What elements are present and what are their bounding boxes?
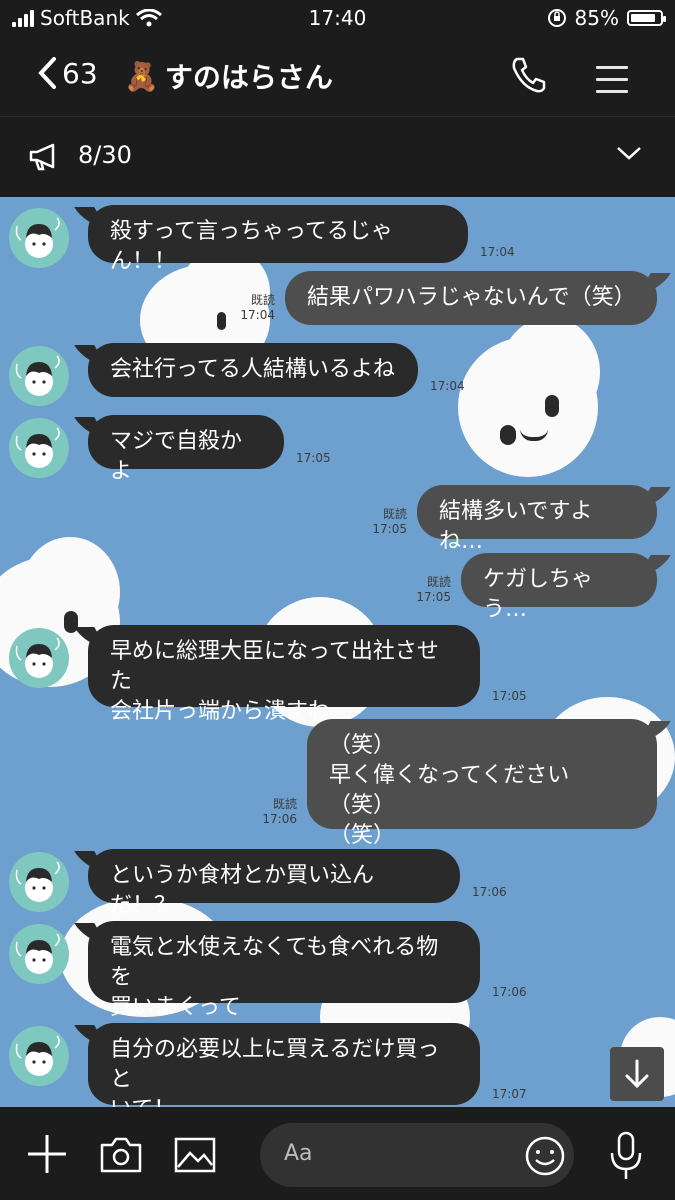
message-meta: 17:06 xyxy=(472,885,507,900)
message-bubble[interactable]: （笑） 早く偉くなってください（笑） （笑） xyxy=(307,719,657,848)
scroll-down-arrow-icon xyxy=(625,1059,649,1089)
avatar[interactable] xyxy=(9,628,69,688)
avatar[interactable] xyxy=(9,418,69,478)
message-bubble[interactable]: 会社行ってる人結構いるよね xyxy=(88,343,418,397)
chat-area[interactable]: 殺すって言っちゃってるじゃん！！ 17:04 結果パワハラじゃないんで（笑） 既読 17… xyxy=(0,197,675,1107)
composer-bar: Aa xyxy=(0,1107,675,1200)
message-bubble[interactable]: 結果パワハラじゃないんで（笑） xyxy=(285,271,657,325)
message-meta: 17:05 xyxy=(492,689,527,704)
contact-name: すのはらさん xyxy=(164,61,333,94)
message-time: 17:04 xyxy=(430,379,465,393)
message-bubble[interactable]: 早めに総理大臣になって出社させた 会社片っ端から潰すわ xyxy=(88,625,480,724)
battery-level-fill xyxy=(631,14,655,22)
message-time: 17:04 xyxy=(480,245,515,259)
message-meta: 17:04 xyxy=(480,245,515,260)
message-time: 17:07 xyxy=(492,1087,527,1101)
message-meta: 既読 17:05 xyxy=(372,507,407,537)
read-receipt: 既読 xyxy=(382,507,407,521)
avatar[interactable] xyxy=(9,852,69,912)
chat-header: 63 🧸 すのはらさん xyxy=(0,36,675,117)
message-meta: 17:06 xyxy=(492,985,527,1000)
message-time: 17:04 xyxy=(240,308,275,322)
message-time: 17:05 xyxy=(296,451,331,465)
message-bubble[interactable]: 結構多いですよね… xyxy=(417,485,657,554)
menu-button[interactable] xyxy=(596,66,628,102)
message-meta: 17:04 xyxy=(430,379,465,394)
phone-icon xyxy=(512,57,546,93)
message-bubble[interactable]: 電気と水使えなくても食べれる物を 買いまくって xyxy=(88,921,480,1020)
back-button[interactable]: 63 xyxy=(36,56,98,90)
message-bubble[interactable]: というか食材とか買い込んだ！？ xyxy=(88,849,460,918)
message-meta: 既読 17:05 xyxy=(416,575,451,605)
message-time: 17:05 xyxy=(492,689,527,703)
avatar[interactable] xyxy=(9,208,69,268)
message-time: 17:06 xyxy=(472,885,507,899)
image-icon[interactable] xyxy=(174,1137,216,1173)
battery-icon xyxy=(627,10,666,26)
message-time: 17:05 xyxy=(372,522,407,536)
emoji-icon[interactable] xyxy=(524,1135,566,1177)
status-bar: SoftBank 17:40 85% xyxy=(0,0,675,36)
message-time: 17:06 xyxy=(492,985,527,999)
avatar[interactable] xyxy=(9,1026,69,1086)
chevron-down-icon[interactable] xyxy=(616,145,642,161)
message-meta: 既読 17:04 xyxy=(240,293,275,323)
message-bubble[interactable]: 殺すって言っちゃってるじゃん！！ xyxy=(88,205,468,274)
message-bubble[interactable]: マジで自殺かよ xyxy=(88,415,284,484)
read-receipt: 既読 xyxy=(426,575,451,589)
teddy-bear-emoji: 🧸 xyxy=(124,59,159,93)
hamburger-menu-icon xyxy=(596,66,628,93)
camera-icon[interactable] xyxy=(100,1137,142,1173)
chat-title[interactable]: 🧸 すのはらさん xyxy=(124,56,333,96)
announcement-bar[interactable]: 8/30 xyxy=(0,117,675,197)
scroll-down-button[interactable] xyxy=(610,1047,664,1101)
status-right-group: 85% xyxy=(547,6,666,30)
back-chevron-icon xyxy=(38,57,56,89)
input-placeholder: Aa xyxy=(284,1141,313,1166)
message-time: 17:06 xyxy=(262,812,297,826)
message-time: 17:05 xyxy=(416,590,451,604)
avatar[interactable] xyxy=(9,346,69,406)
message-meta: 既読 17:06 xyxy=(262,797,297,827)
plus-icon[interactable] xyxy=(26,1133,68,1175)
battery-percent: 85% xyxy=(574,6,619,30)
call-button[interactable] xyxy=(510,56,546,98)
read-receipt: 既読 xyxy=(250,293,275,307)
message-meta: 17:05 xyxy=(296,451,331,466)
unread-count: 63 xyxy=(62,56,98,90)
rotation-lock-icon xyxy=(547,9,566,27)
avatar[interactable] xyxy=(9,924,69,984)
message-bubble[interactable]: 自分の必要以上に買えるだけ買っと いて！ xyxy=(88,1023,480,1107)
megaphone-icon xyxy=(29,143,55,171)
announcement-count: 8/30 xyxy=(78,141,132,169)
read-receipt: 既読 xyxy=(272,797,297,811)
message-bubble[interactable]: ケガしちゃう… xyxy=(461,553,657,622)
microphone-icon[interactable] xyxy=(608,1131,644,1181)
message-meta: 17:07 xyxy=(492,1087,527,1102)
